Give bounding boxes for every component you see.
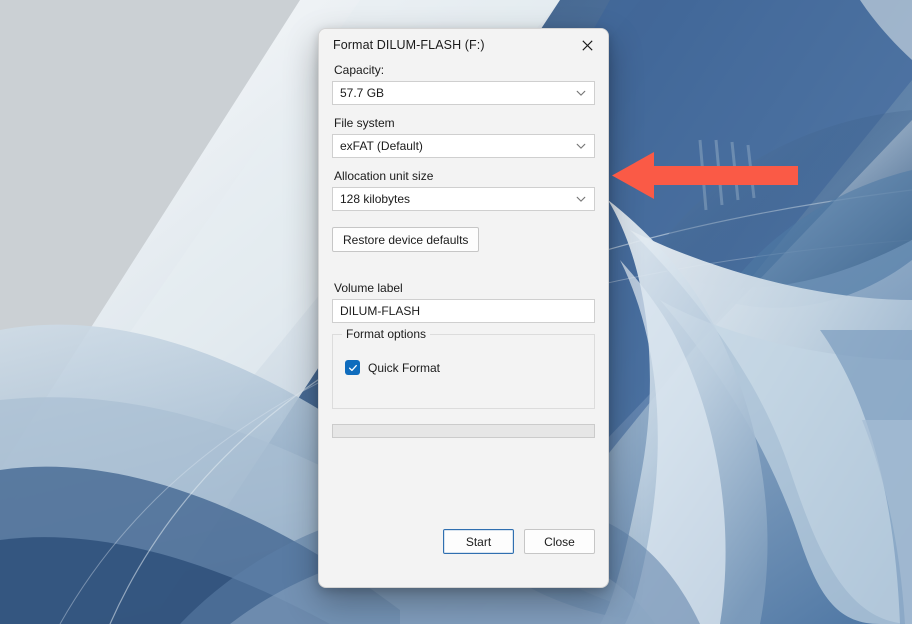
checkmark-icon bbox=[348, 364, 357, 371]
screen: Format DILUM-FLASH (F:) Capacity: 57.7 G… bbox=[0, 0, 912, 624]
chevron-down-icon bbox=[575, 87, 587, 99]
chevron-down-icon bbox=[575, 193, 587, 205]
dialog-button-row: Start Close bbox=[443, 529, 595, 554]
chevron-down-icon bbox=[575, 140, 587, 152]
file-system-label: File system bbox=[334, 116, 395, 130]
file-system-value: exFAT (Default) bbox=[340, 139, 423, 153]
format-progress-bar bbox=[332, 424, 595, 438]
volume-label-value: DILUM-FLASH bbox=[340, 304, 421, 318]
allocation-unit-size-label: Allocation unit size bbox=[334, 169, 434, 183]
quick-format-label: Quick Format bbox=[368, 360, 441, 375]
close-button[interactable] bbox=[566, 29, 608, 62]
quick-format-checkbox-row[interactable]: Quick Format bbox=[345, 360, 440, 375]
volume-label-input[interactable]: DILUM-FLASH bbox=[332, 299, 595, 323]
close-icon bbox=[581, 40, 593, 51]
dialog-body: Capacity: 57.7 GB File system exFAT (Def… bbox=[319, 63, 608, 438]
dialog-title: Format DILUM-FLASH (F:) bbox=[333, 38, 485, 52]
allocation-unit-size-combobox[interactable]: 128 kilobytes bbox=[332, 187, 595, 211]
volume-label-label: Volume label bbox=[334, 281, 403, 295]
start-button[interactable]: Start bbox=[443, 529, 514, 554]
file-system-combobox[interactable]: exFAT (Default) bbox=[332, 134, 595, 158]
dialog-titlebar: Format DILUM-FLASH (F:) bbox=[319, 29, 608, 63]
capacity-value: 57.7 GB bbox=[340, 86, 385, 100]
quick-format-checkbox[interactable] bbox=[345, 360, 360, 375]
capacity-combobox[interactable]: 57.7 GB bbox=[332, 81, 595, 105]
capacity-label: Capacity: bbox=[334, 63, 385, 77]
format-options-group: Format options Quick Format bbox=[332, 327, 595, 409]
close-dialog-button[interactable]: Close bbox=[524, 529, 595, 554]
format-options-legend: Format options bbox=[342, 327, 431, 341]
restore-device-defaults-button[interactable]: Restore device defaults bbox=[332, 227, 480, 252]
allocation-unit-size-value: 128 kilobytes bbox=[340, 192, 411, 206]
format-dialog: Format DILUM-FLASH (F:) Capacity: 57.7 G… bbox=[318, 28, 609, 588]
